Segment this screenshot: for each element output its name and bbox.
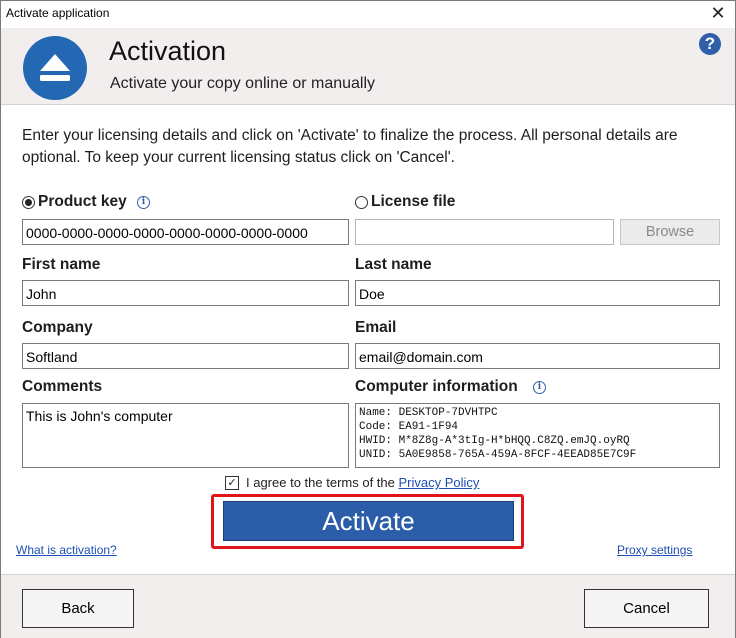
footer-bar: Back Cancel: [1, 574, 735, 638]
info-icon[interactable]: i: [137, 196, 150, 209]
agree-label: I agree to the terms of the: [246, 475, 395, 490]
privacy-policy-link[interactable]: Privacy Policy: [398, 475, 479, 490]
first-name-input[interactable]: John: [22, 280, 349, 306]
title-bar: Activate application ✕: [1, 1, 735, 28]
window-title: Activate application: [6, 6, 110, 20]
page-subtitle: Activate your copy online or manually: [110, 75, 376, 92]
computer-information-label: Computer information: [355, 378, 518, 395]
company-input[interactable]: Softland: [22, 343, 349, 369]
product-key-radio[interactable]: [22, 196, 35, 209]
browse-button[interactable]: Browse: [620, 219, 720, 245]
cancel-button[interactable]: Cancel: [584, 589, 709, 628]
proxy-settings-link[interactable]: Proxy settings: [617, 543, 692, 557]
agree-checkbox[interactable]: ✓: [225, 476, 239, 490]
email-label: Email: [355, 319, 397, 336]
company-label: Company: [22, 319, 93, 336]
product-key-input[interactable]: 0000-0000-0000-0000-0000-0000-0000-0000: [22, 219, 349, 245]
license-file-input[interactable]: [355, 219, 614, 245]
license-file-radio[interactable]: [355, 196, 368, 209]
product-key-label: Product key: [38, 193, 127, 210]
intro-text: Enter your licensing details and click o…: [22, 127, 678, 166]
comments-textarea[interactable]: This is John's computer: [22, 403, 349, 468]
computer-information-textarea[interactable]: Name: DESKTOP-7DVHTPC Code: EA91-1F94 HW…: [355, 403, 720, 468]
eject-icon: [23, 36, 87, 100]
comments-label: Comments: [22, 378, 103, 395]
what-is-activation-link[interactable]: What is activation?: [16, 543, 117, 557]
back-button[interactable]: Back: [22, 589, 134, 628]
activate-application-window: Activate application ✕ Activation Activa…: [0, 0, 736, 638]
agree-text: I agree to the terms of the Privacy Poli…: [246, 475, 479, 490]
email-input[interactable]: email@domain.com: [355, 343, 720, 369]
close-icon[interactable]: ✕: [707, 3, 729, 25]
info-icon[interactable]: i: [533, 381, 546, 394]
last-name-input[interactable]: Doe: [355, 280, 720, 306]
page-title: Activation: [109, 36, 227, 66]
header-banner: Activation Activate your copy online or …: [1, 28, 735, 105]
license-file-label: License file: [371, 193, 456, 210]
activate-button[interactable]: Activate: [223, 501, 514, 541]
help-icon[interactable]: ?: [699, 33, 721, 55]
first-name-label: First name: [22, 256, 101, 273]
last-name-label: Last name: [355, 256, 432, 273]
